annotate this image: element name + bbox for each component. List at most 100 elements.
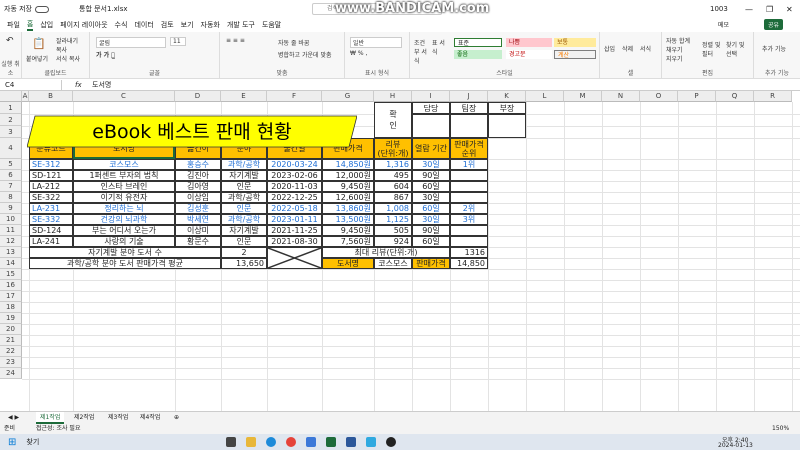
row-header[interactable]: 23 bbox=[0, 357, 22, 368]
table-cell[interactable]: 12,000원 bbox=[322, 170, 374, 181]
style-calc[interactable]: 계산 bbox=[554, 50, 596, 59]
row-header[interactable]: 2 bbox=[0, 114, 22, 126]
minimize-icon[interactable]: — bbox=[745, 5, 753, 14]
row-header[interactable]: 1 bbox=[0, 102, 22, 114]
table-cell[interactable]: 김아영 bbox=[175, 181, 221, 192]
row-header[interactable]: 14 bbox=[0, 258, 22, 269]
paste-icon[interactable]: 📋 bbox=[32, 37, 46, 50]
diagonal-cell[interactable] bbox=[267, 247, 322, 269]
table-cell[interactable]: 13,860원 bbox=[322, 203, 374, 214]
excel-icon[interactable] bbox=[326, 437, 337, 447]
table-cell[interactable]: 2020-11-03 bbox=[267, 181, 322, 192]
font-size-select[interactable]: 11 bbox=[170, 37, 186, 46]
autosum-button[interactable]: 자동 합계 bbox=[666, 36, 690, 45]
table-cell[interactable]: 건강의 뇌과학 bbox=[73, 214, 175, 225]
name-box[interactable]: C4 bbox=[2, 80, 62, 90]
table-cell[interactable] bbox=[450, 170, 488, 181]
lookup-label[interactable]: 판매가격 bbox=[412, 258, 450, 269]
cut-button[interactable]: 잘라내기 bbox=[56, 36, 78, 45]
table-cell[interactable]: 자기계발 bbox=[221, 170, 267, 181]
table-cell[interactable]: 2022-05-18 bbox=[267, 203, 322, 214]
table-cell[interactable]: 60일 bbox=[412, 181, 450, 192]
style-good[interactable]: 좋음 bbox=[454, 50, 502, 59]
row-header[interactable]: 16 bbox=[0, 280, 22, 291]
table-cell[interactable]: 1위 bbox=[450, 159, 488, 170]
row-header[interactable]: 13 bbox=[0, 247, 22, 258]
column-header[interactable]: R bbox=[754, 91, 792, 102]
column-header[interactable]: G bbox=[322, 91, 374, 102]
table-cell[interactable]: 부는 어디서 오는가 bbox=[73, 225, 175, 236]
table-cell[interactable]: 90일 bbox=[412, 170, 450, 181]
insert-button[interactable]: 삽입 bbox=[604, 44, 615, 53]
restore-icon[interactable]: ❐ bbox=[766, 5, 773, 14]
table-cell[interactable]: 이기적 유전자 bbox=[73, 192, 175, 203]
table-cell[interactable]: 2022-12-25 bbox=[267, 192, 322, 203]
column-header[interactable]: Q bbox=[716, 91, 754, 102]
table-cell[interactable]: 30일 bbox=[412, 214, 450, 225]
table-cell[interactable]: 9,450원 bbox=[322, 225, 374, 236]
column-header[interactable]: K bbox=[488, 91, 526, 102]
windows-start-icon[interactable]: ⊞ bbox=[8, 437, 16, 448]
chrome-icon[interactable] bbox=[286, 437, 297, 447]
table-cell[interactable]: 30일 bbox=[412, 192, 450, 203]
style-warning[interactable]: 경고문 bbox=[506, 50, 552, 59]
bold-icon[interactable]: 가 가 가̲ bbox=[96, 50, 115, 59]
table-cell[interactable]: 7,560원 bbox=[322, 236, 374, 247]
table-cell[interactable]: 2023-01-11 bbox=[267, 214, 322, 225]
table-cell[interactable] bbox=[450, 225, 488, 236]
column-header[interactable]: J bbox=[450, 91, 488, 102]
close-icon[interactable]: ✕ bbox=[786, 5, 793, 14]
table-cell[interactable] bbox=[450, 181, 488, 192]
table-header[interactable]: 리뷰 (단위:개) bbox=[374, 138, 412, 159]
percent-icon[interactable]: ₩ % , bbox=[350, 50, 367, 57]
menu-tab[interactable]: 페이지 레이아웃 bbox=[60, 20, 107, 30]
table-cell[interactable]: 과학/공학 bbox=[221, 159, 267, 170]
table-cell[interactable]: 자기계발 bbox=[221, 225, 267, 236]
row-header[interactable]: 5 bbox=[0, 159, 22, 170]
summary-value[interactable]: 2 bbox=[221, 247, 267, 258]
align-icon[interactable]: ≡ ≡ ≡ bbox=[226, 37, 245, 44]
find-select-button[interactable]: 찾기 및 선택 bbox=[726, 40, 748, 58]
style-bad[interactable]: 나쁨 bbox=[506, 38, 552, 47]
summary-label[interactable]: 자기계발 분야 도서 수 bbox=[29, 247, 221, 258]
table-cell[interactable]: LA-212 bbox=[29, 181, 73, 192]
table-cell[interactable]: 12,600원 bbox=[322, 192, 374, 203]
row-header[interactable]: 3 bbox=[0, 126, 22, 138]
clear-button[interactable]: 지우기 bbox=[666, 54, 683, 63]
approval-label[interactable]: 확 인 bbox=[374, 102, 412, 138]
delete-button[interactable]: 삭제 bbox=[622, 44, 633, 53]
table-cell[interactable]: SE-322 bbox=[29, 192, 73, 203]
table-cell[interactable]: 황문수 bbox=[175, 236, 221, 247]
table-cell[interactable]: 924 bbox=[374, 236, 412, 247]
table-cell[interactable]: 505 bbox=[374, 225, 412, 236]
table-cell[interactable]: 사랑의 기술 bbox=[73, 236, 175, 247]
conditional-format-button[interactable]: 조건부 서식 bbox=[414, 38, 430, 65]
row-header[interactable]: 8 bbox=[0, 192, 22, 203]
sort-filter-button[interactable]: 정렬 및 필터 bbox=[702, 40, 722, 58]
summary-value[interactable]: 1316 bbox=[450, 247, 488, 258]
table-cell[interactable]: 3위 bbox=[450, 214, 488, 225]
row-header[interactable]: 18 bbox=[0, 302, 22, 313]
row-header[interactable]: 12 bbox=[0, 236, 22, 247]
table-cell[interactable]: 2020-03-24 bbox=[267, 159, 322, 170]
number-format-select[interactable]: 일반 bbox=[350, 37, 402, 48]
table-cell[interactable]: 604 bbox=[374, 181, 412, 192]
approval-header[interactable]: 부장 bbox=[488, 102, 526, 114]
table-cell[interactable]: 이상미 bbox=[175, 225, 221, 236]
column-header[interactable]: N bbox=[602, 91, 640, 102]
bandicam-icon[interactable] bbox=[386, 437, 397, 447]
taskview-icon[interactable] bbox=[226, 437, 237, 447]
table-cell[interactable]: 과학/공학 bbox=[221, 192, 267, 203]
add-sheet-icon[interactable]: ⊕ bbox=[170, 412, 183, 424]
row-header[interactable]: 7 bbox=[0, 181, 22, 192]
table-cell[interactable]: 코스모스 bbox=[73, 159, 175, 170]
comment-button[interactable]: 메모 bbox=[718, 20, 729, 29]
addins-button[interactable]: 추가 기능 bbox=[762, 44, 786, 53]
approval-header[interactable]: 담당 bbox=[412, 102, 450, 114]
lookup-value[interactable]: 코스모스 bbox=[374, 258, 412, 269]
title-banner-shape[interactable]: eBook 베스트 판매 현황 bbox=[27, 112, 357, 149]
table-format-button[interactable]: 표 서식 bbox=[432, 38, 448, 56]
format-painter-button[interactable]: 서식 복사 bbox=[56, 54, 80, 63]
table-cell[interactable]: SD-121 bbox=[29, 170, 73, 181]
table-cell[interactable]: 90일 bbox=[412, 225, 450, 236]
